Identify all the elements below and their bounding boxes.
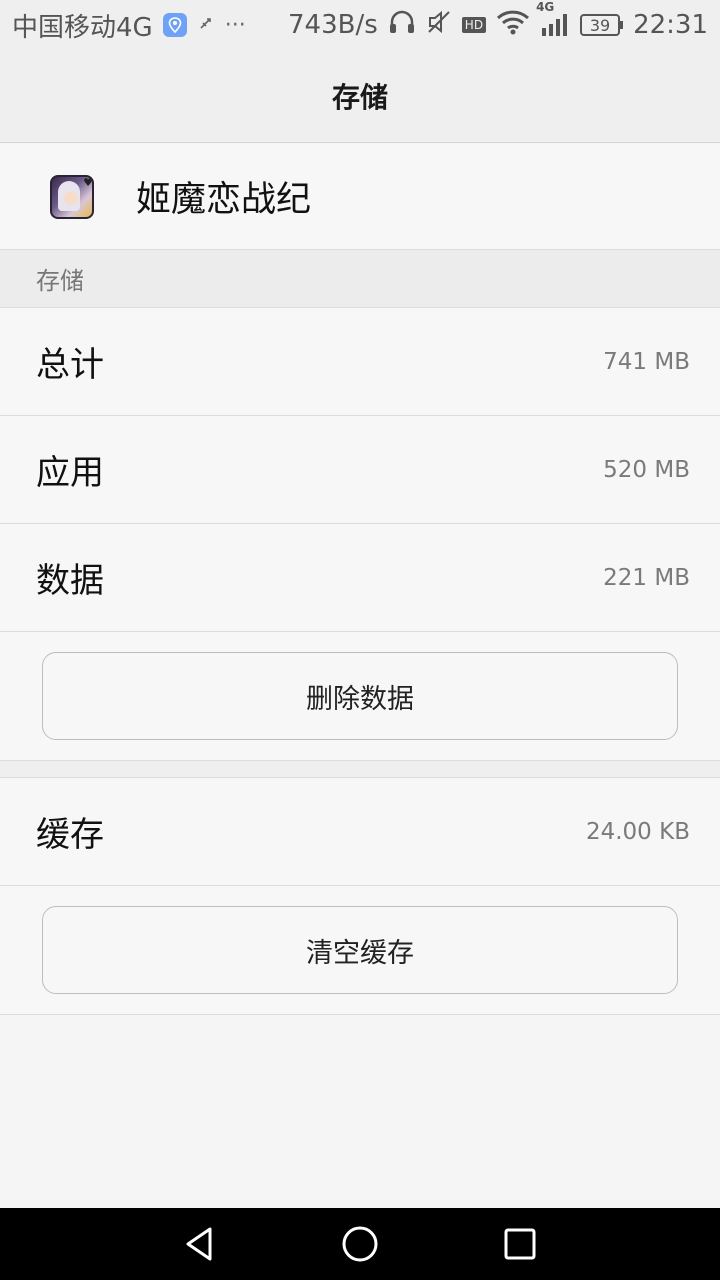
- more-dots-icon: ···: [224, 12, 246, 38]
- signal-icon: 4G: [536, 0, 570, 38]
- battery-level: 39: [580, 14, 621, 36]
- row-value: 741 MB: [603, 348, 690, 375]
- title-bar: 存储: [0, 50, 720, 143]
- section-header-storage: 存储: [0, 250, 720, 308]
- location-pin-icon: [162, 13, 187, 37]
- navigation-bar: [0, 1208, 720, 1280]
- row-app: 应用 520 MB: [0, 416, 720, 524]
- row-label: 缓存: [36, 815, 104, 855]
- app-header: ♥ 姬魔恋战纪: [0, 144, 720, 250]
- recents-icon[interactable]: [480, 1208, 560, 1280]
- row-total: 总计 741 MB: [0, 308, 720, 416]
- row-label: 总计: [36, 345, 104, 385]
- row-value: 221 MB: [603, 564, 690, 591]
- back-icon[interactable]: [160, 1208, 240, 1280]
- network-type-label: 4G: [536, 0, 555, 14]
- row-label: 应用: [36, 453, 104, 493]
- hd-icon: HD: [461, 17, 487, 33]
- usb-debug-icon: [197, 13, 215, 38]
- status-bar: 中国移动4G ··· 743B/s HD 4G 39 22:31: [0, 0, 720, 50]
- headphones-icon: [388, 9, 416, 42]
- clear-cache-button[interactable]: 清空缓存: [42, 906, 678, 994]
- row-value: 520 MB: [603, 456, 690, 483]
- delete-data-area: 删除数据: [0, 632, 720, 761]
- carrier-label: 中国移动4G: [12, 12, 153, 43]
- app-icon: ♥: [50, 174, 94, 219]
- page-title: 存储: [331, 81, 388, 114]
- clock: 22:31: [633, 10, 708, 40]
- clear-cache-area: 清空缓存: [0, 886, 720, 1015]
- wifi-icon: [496, 9, 530, 42]
- vibrate-off-icon: [426, 9, 452, 42]
- row-cache: 缓存 24.00 KB: [0, 778, 720, 886]
- home-icon[interactable]: [320, 1208, 400, 1280]
- network-speed: 743B/s: [288, 10, 378, 40]
- row-label: 数据: [36, 561, 104, 601]
- row-value: 24.00 KB: [585, 818, 690, 845]
- row-data: 数据 221 MB: [0, 524, 720, 632]
- section-divider: [0, 761, 720, 778]
- app-name: 姬魔恋战纪: [136, 180, 312, 220]
- delete-data-button[interactable]: 删除数据: [42, 652, 678, 740]
- battery-icon: 39: [580, 14, 624, 36]
